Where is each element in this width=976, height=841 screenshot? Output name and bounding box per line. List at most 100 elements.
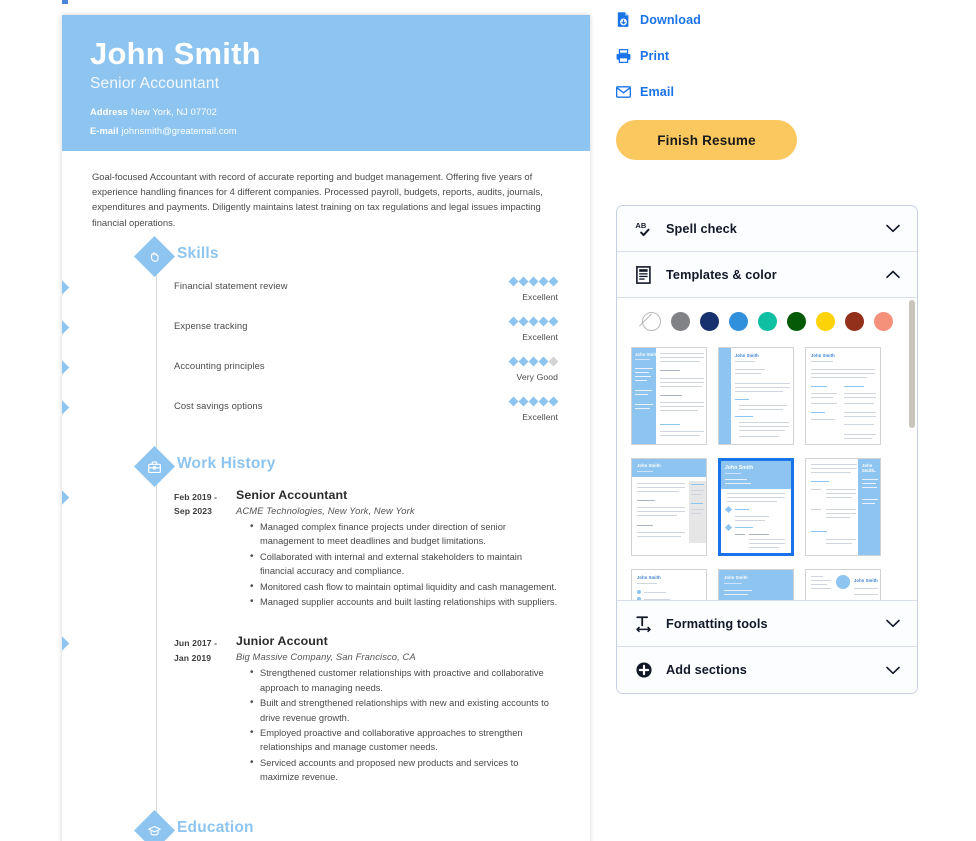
skill-rating-label: Excellent (522, 291, 558, 302)
tools-accordion: AB Spell check Templates & color John Sm… (616, 205, 918, 694)
color-swatch-navy[interactable] (699, 312, 719, 331)
skill-item[interactable]: Expense tracking Excellent (62, 316, 590, 358)
resume-preview-document[interactable]: John Smith Senior Accountant Address New … (62, 15, 590, 841)
resume-body: Goal-focused Accountant with record of a… (62, 151, 590, 841)
color-swatch-yellow[interactable] (815, 312, 835, 331)
work-entry-title: Junior Account (236, 634, 328, 649)
template-thumbnail[interactable]: John Smith (805, 458, 881, 556)
work-entry-date-to: Jan 2019 (174, 652, 212, 663)
panel-formatting-tools-label: Formatting tools (666, 616, 768, 631)
work-entry-dates: Jun 2017 - Jan 2019 (174, 634, 236, 785)
panel-templates-color[interactable]: Templates & color (617, 252, 917, 298)
color-swatch-green[interactable] (786, 312, 806, 331)
skill-rating-dots (508, 356, 558, 367)
color-swatch-gray[interactable] (670, 312, 690, 331)
skill-item[interactable]: Financial statement review Excellent (62, 276, 590, 318)
color-swatch-brick[interactable] (844, 312, 864, 331)
resume-candidate-name[interactable]: John Smith (90, 36, 590, 72)
color-swatch-blue[interactable] (728, 312, 748, 331)
timeline-marker (62, 279, 70, 296)
timeline-marker (62, 319, 70, 336)
template-thumbnail[interactable]: John Smith (805, 347, 881, 445)
template-thumbnail-selected[interactable]: John Smith (718, 458, 794, 556)
resume-header: John Smith Senior Accountant Address New … (62, 15, 590, 151)
email-button[interactable]: Email (616, 84, 918, 99)
email-icon (616, 84, 631, 99)
section-title-education: Education (177, 818, 254, 836)
chevron-down-icon[interactable] (886, 666, 900, 675)
work-history-entry[interactable]: Feb 2019 - Sep 2023 Senior Accountant AC… (62, 487, 590, 620)
work-entry-org: Big Massive Company, San Francisco, CA (236, 651, 416, 663)
download-label: Download (640, 12, 701, 27)
tools-sidebar: Download Print Email Finish Resume AB Sp… (616, 12, 918, 694)
address-label: Address (90, 106, 128, 117)
template-thumbnail[interactable]: John Smith (631, 569, 707, 600)
chevron-down-icon[interactable] (886, 619, 900, 628)
panel-spell-check[interactable]: AB Spell check (617, 206, 917, 252)
section-header-skills: Skills (62, 235, 590, 277)
templates-panel-body: John Smith John Smith John Smith John Sm… (617, 298, 917, 601)
print-icon (616, 48, 631, 63)
color-swatch-none[interactable] (641, 312, 661, 331)
panel-add-sections-label: Add sections (666, 663, 747, 677)
template-thumbnail[interactable]: John Smith (631, 458, 707, 556)
templates-scrollbar[interactable] (909, 300, 915, 428)
work-history-entry[interactable]: Jun 2017 - Jan 2019 Junior Account Big M… (62, 634, 590, 795)
svg-text:AB: AB (635, 221, 646, 230)
page-top-fragment (62, 0, 68, 4)
template-thumbnail[interactable]: John Smith (805, 569, 881, 600)
skill-name: Expense tracking (174, 319, 248, 331)
skill-rating-dots (508, 396, 558, 407)
skill-rating-label: Excellent (522, 411, 558, 422)
section-title-work-history: Work History (177, 454, 276, 472)
color-swatch-teal[interactable] (757, 312, 777, 331)
work-entry-title: Senior Accountant (236, 487, 348, 502)
skill-name: Financial statement review (174, 279, 288, 291)
skill-rating: Excellent (508, 276, 558, 302)
panel-formatting-tools[interactable]: Formatting tools (617, 601, 917, 647)
work-bullet: Built and strengthened relationships wit… (250, 695, 558, 725)
skills-icon (133, 235, 176, 277)
work-bullet: Collaborated with internal and external … (250, 549, 558, 579)
skill-rating-dots (508, 316, 558, 327)
panel-spell-check-label: Spell check (666, 221, 737, 236)
download-icon (616, 12, 631, 27)
email-label: E-mail (90, 125, 119, 136)
finish-resume-button[interactable]: Finish Resume (616, 120, 797, 160)
chevron-up-icon[interactable] (886, 270, 900, 279)
work-entry-bullets: Managed complex finance projects under d… (236, 519, 558, 610)
chevron-down-icon[interactable] (886, 224, 900, 233)
work-bullet: Monitored cash flow to maintain optimal … (250, 579, 558, 595)
skill-item[interactable]: Accounting principles Very Good (62, 356, 590, 398)
work-entry-date-from: Jun 2017 - (174, 638, 218, 649)
download-button[interactable]: Download (616, 12, 918, 27)
timeline-marker (62, 399, 70, 416)
section-header-work-history: Work History (62, 445, 590, 487)
skill-item[interactable]: Cost savings options Excellent (62, 396, 590, 438)
print-button[interactable]: Print (616, 48, 918, 63)
color-swatch-salmon[interactable] (873, 312, 893, 331)
resume-summary[interactable]: Goal-focused Accountant with record of a… (62, 151, 590, 234)
graduation-cap-icon (133, 809, 176, 841)
template-thumbnail[interactable]: John Smith (631, 347, 707, 445)
resume-contact-address[interactable]: Address New York, NJ 07702 (90, 107, 590, 118)
timeline-marker (62, 636, 70, 652)
timeline-marker (62, 359, 70, 376)
resume-timeline: Skills Financial statement review Excell… (62, 235, 590, 841)
skill-rating-dots (508, 276, 558, 287)
email-label: Email (640, 84, 675, 99)
skill-rating-label: Excellent (522, 331, 558, 342)
work-entry-date-to: Sep 2023 (174, 506, 213, 517)
color-swatch-list (617, 312, 917, 347)
template-thumbnail[interactable]: John Smith (718, 569, 794, 600)
spellcheck-icon: AB (634, 219, 653, 238)
template-icon (634, 265, 653, 284)
resume-contact-email[interactable]: E-mail johnsmith@greatemail.com (90, 126, 590, 137)
work-bullet: Strengthened customer relationships with… (250, 665, 558, 695)
print-label: Print (640, 48, 670, 63)
panel-templates-color-label: Templates & color (666, 267, 777, 282)
resume-job-title[interactable]: Senior Accountant (90, 75, 590, 93)
template-thumbnail[interactable]: John Smith (718, 347, 794, 445)
panel-add-sections[interactable]: Add sections (617, 647, 917, 693)
template-thumbnail-grid: John Smith John Smith John Smith John Sm… (617, 347, 917, 600)
